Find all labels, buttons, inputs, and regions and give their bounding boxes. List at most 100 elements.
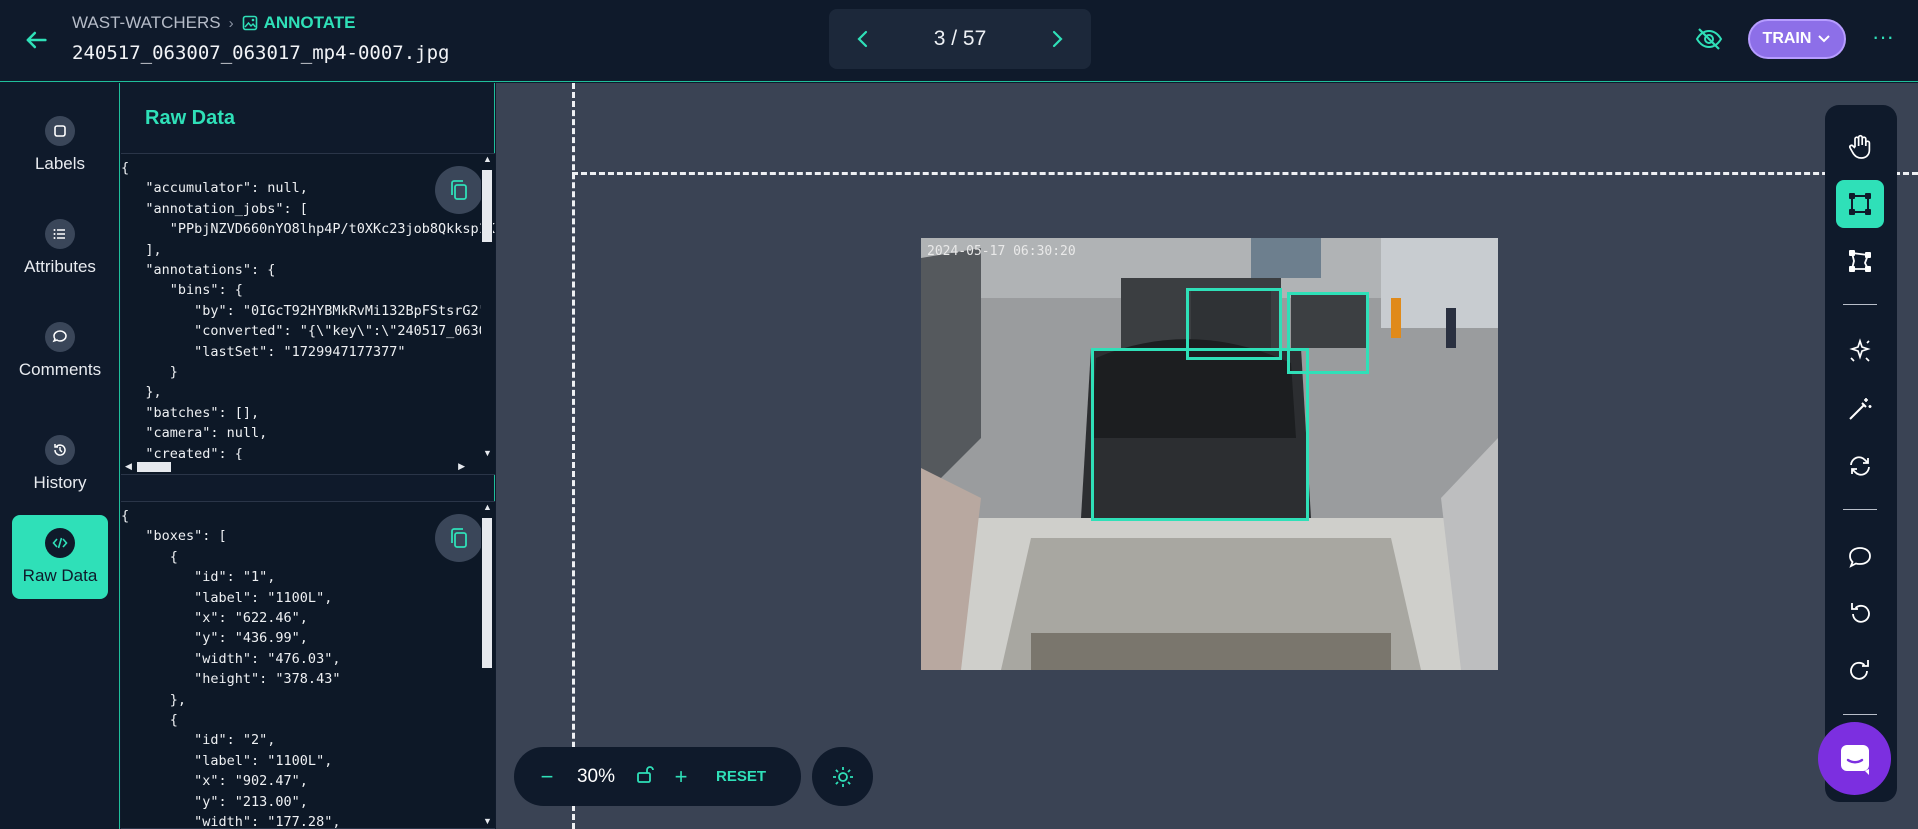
code-line: "id": "2", [121, 732, 276, 749]
code-line: "boxes": [ [121, 528, 227, 545]
code-line: { [121, 712, 178, 729]
magic-wand-button[interactable] [1836, 385, 1884, 433]
history-icon [45, 435, 75, 465]
reset-zoom-button[interactable]: RESET [716, 768, 766, 785]
json-code-view: { "boxes": [ { "id": "1", "label": "1100… [121, 506, 341, 829]
auto-annotate-button[interactable] [1836, 328, 1884, 376]
undo-button[interactable] [1836, 590, 1884, 638]
code-line: "converted": "{\"key\":\"240517_0630 [121, 323, 487, 340]
copy-icon [451, 528, 467, 548]
image-pager: 3 / 57 [829, 9, 1091, 69]
top-bar: WAST-WATCHERS › ANNOTATE 240517_063007_0… [0, 0, 1918, 82]
panel-title: Raw Data [145, 107, 236, 129]
comment-tool-button[interactable] [1836, 533, 1884, 581]
zoom-out-button[interactable]: − [536, 764, 558, 790]
code-line: "lastSet": "1729947177377" [121, 343, 406, 360]
breadcrumb: WAST-WATCHERS › ANNOTATE [72, 13, 356, 33]
prev-image-button[interactable] [853, 29, 873, 49]
redo-button[interactable] [1836, 647, 1884, 695]
eye-off-icon[interactable] [1694, 26, 1724, 52]
code-line: "camera": null, [121, 425, 268, 442]
train-button[interactable]: TRAIN [1748, 19, 1846, 59]
code-line: "PPbjNZVD660nYO8lhp4P/t0XKc23job8Qkksp1K [121, 221, 495, 238]
train-label: TRAIN [1762, 30, 1812, 47]
toolbar-divider [1843, 304, 1877, 305]
chevron-down-icon [1818, 35, 1831, 43]
code-line: "width": "476.03", [121, 650, 341, 667]
nav-label-labels: Labels [34, 154, 86, 173]
polygon-tool-button[interactable] [1836, 237, 1884, 285]
more-options-icon[interactable]: ··· [1868, 26, 1898, 52]
chat-icon [1840, 744, 1869, 775]
vertical-scrollbar[interactable]: ▲ ▼ [481, 502, 493, 828]
copy-icon [451, 180, 467, 200]
nav-label-attributes: Attributes [24, 257, 96, 276]
code-line: "annotations": { [121, 262, 276, 279]
vertical-scrollbar[interactable]: ▲ ▼ [481, 154, 493, 474]
nav-label-history: History [33, 473, 87, 492]
horizontal-scrollbar[interactable]: ◀ ▶ [121, 460, 481, 474]
nav-item-raw-data[interactable]: Raw Data [12, 515, 108, 599]
bounding-box-tool-button[interactable] [1836, 180, 1884, 228]
image-icon [242, 15, 257, 31]
nav-label-raw-data: Raw Data [22, 566, 98, 585]
breadcrumb-current: ANNOTATE [242, 13, 356, 33]
lock-open-icon[interactable] [634, 764, 656, 790]
file-name: 240517_063007_063017_mp4-0007.jpg [72, 42, 450, 64]
nav-label-comments: Comments [18, 360, 102, 379]
tool-palette [1825, 105, 1897, 802]
copy-button[interactable] [435, 514, 483, 562]
label-icon [45, 116, 75, 146]
code-line: "id": "1", [121, 569, 276, 586]
repeat-icon [1850, 456, 1870, 476]
brightness-button[interactable] [812, 747, 873, 806]
list-icon [45, 219, 75, 249]
refresh-button[interactable] [1836, 442, 1884, 490]
sun-icon [832, 766, 853, 787]
next-image-button[interactable] [1047, 29, 1067, 49]
pager-count: 3 / 57 [933, 27, 987, 50]
code-icon [45, 528, 75, 558]
code-line: }, [121, 384, 162, 401]
comment-icon [45, 322, 75, 352]
code-line: { [121, 508, 130, 524]
raw-data-block-boxes[interactable]: { "boxes": [ { "id": "1", "label": "1100… [121, 501, 495, 829]
sparkle-icon [1849, 338, 1871, 362]
nav-item-labels[interactable]: Labels [12, 103, 108, 187]
chevron-right-icon: › [228, 14, 234, 32]
code-line: "width": "177.28", [121, 814, 341, 829]
code-line: { [121, 548, 178, 565]
code-line: "height": "378.43" [121, 671, 341, 688]
pan-tool-button[interactable] [1836, 123, 1884, 171]
annotation-canvas[interactable]: 2024-05-17 06:30:20 [496, 83, 1918, 829]
redo-icon [1850, 660, 1869, 680]
hand-icon [1849, 134, 1871, 159]
copy-button[interactable] [435, 166, 483, 214]
support-chat-button[interactable] [1818, 722, 1891, 795]
vertical-guide-line [572, 83, 575, 829]
zoom-controls: − 30% + RESET [514, 747, 801, 806]
code-line: "y": "213.00", [121, 793, 308, 810]
breadcrumb-current-label: ANNOTATE [263, 13, 356, 32]
zoom-level: 30% [576, 765, 616, 787]
back-arrow-icon[interactable] [22, 26, 50, 54]
toolbar-divider [1843, 509, 1877, 510]
magic-wand-icon [1849, 398, 1872, 420]
horizontal-guide-line [572, 172, 1918, 175]
code-line: "bins": { [121, 282, 243, 299]
code-line: "y": "436.99", [121, 630, 308, 647]
left-nav: Labels Attributes Comments History Raw D… [0, 83, 120, 829]
image-timestamp: 2024-05-17 06:30:20 [927, 244, 1076, 259]
toolbar-divider [1843, 714, 1877, 715]
nav-item-comments[interactable]: Comments [12, 309, 108, 393]
breadcrumb-project[interactable]: WAST-WATCHERS [72, 13, 221, 33]
nav-item-history[interactable]: History [12, 422, 108, 506]
code-line: "x": "622.46", [121, 610, 308, 627]
code-line: }, [121, 691, 187, 708]
nav-item-attributes[interactable]: Attributes [12, 206, 108, 290]
annotated-image[interactable]: 2024-05-17 06:30:20 [921, 238, 1498, 670]
raw-data-block-metadata[interactable]: { "accumulator": null, "annotation_jobs"… [121, 153, 495, 475]
bounding-box[interactable] [1091, 348, 1309, 521]
code-line: } [121, 364, 178, 381]
zoom-in-button[interactable]: + [670, 764, 692, 790]
